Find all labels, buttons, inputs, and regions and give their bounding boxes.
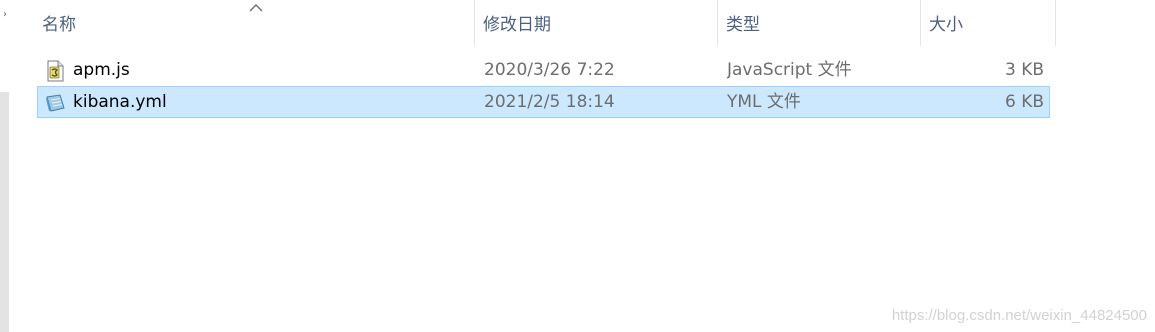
column-header-size[interactable]: 大小 xyxy=(920,0,1056,46)
file-type: YML 文件 xyxy=(727,92,801,112)
column-header-name-label: 名称 xyxy=(42,15,76,35)
file-explorer-details-view: › 名称 修改日期 类型 大小 apm.js 2020/3/26 7:22 Ja… xyxy=(0,0,1155,332)
column-header-date-label: 修改日期 xyxy=(483,15,551,35)
column-header-size-label: 大小 xyxy=(929,15,963,35)
file-size: 3 KB xyxy=(1004,60,1044,80)
file-name: kibana.yml xyxy=(73,92,167,112)
file-modified-date: 2020/3/26 7:22 xyxy=(484,60,615,80)
watermark-url: https://blog.csdn.net/weixin_44824500 xyxy=(891,307,1147,324)
yml-file-icon xyxy=(46,94,65,112)
file-row[interactable]: apm.js 2020/3/26 7:22 JavaScript 文件 3 KB xyxy=(37,54,1050,86)
file-size: 6 KB xyxy=(1004,92,1044,112)
column-header-type-label: 类型 xyxy=(726,15,760,35)
js-script-icon xyxy=(47,60,64,82)
file-row-selected[interactable]: kibana.yml 2021/2/5 18:14 YML 文件 6 KB xyxy=(37,86,1050,118)
navigation-pane-scrollbar[interactable]: › xyxy=(0,0,10,332)
file-type: JavaScript 文件 xyxy=(727,60,852,80)
scrollbar-thumb[interactable] xyxy=(0,92,9,332)
scroll-up-arrow-icon[interactable]: › xyxy=(0,8,10,22)
column-header-date[interactable]: 修改日期 xyxy=(474,0,717,46)
sort-ascending-icon xyxy=(249,4,263,12)
column-header-type[interactable]: 类型 xyxy=(717,0,920,46)
column-header: 名称 修改日期 类型 大小 xyxy=(10,0,1056,46)
file-modified-date: 2021/2/5 18:14 xyxy=(484,92,615,112)
file-name: apm.js xyxy=(73,60,130,80)
